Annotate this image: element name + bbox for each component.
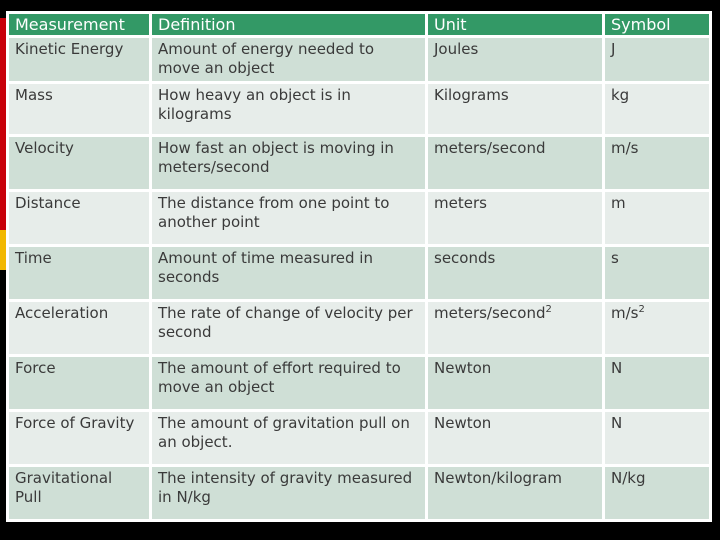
cell-definition: Amount of time measured in seconds bbox=[149, 244, 428, 302]
cell-unit: seconds bbox=[425, 244, 605, 302]
cell-symbol: kg bbox=[602, 81, 712, 137]
table-row: Mass How heavy an object is in kilograms… bbox=[6, 81, 712, 137]
cell-symbol: J bbox=[602, 35, 712, 84]
cell-unit: Kilograms bbox=[425, 81, 605, 137]
cell-unit: Newton bbox=[425, 409, 605, 467]
cell-measurement: Kinetic Energy bbox=[6, 35, 152, 84]
table-row: Force The amount of effort required to m… bbox=[6, 354, 712, 412]
cell-definition: Amount of energy needed to move an objec… bbox=[149, 35, 428, 84]
measurements-table: Measurement Definition Unit Symbol Kinet… bbox=[6, 11, 712, 522]
cell-unit: meters/second2 bbox=[425, 299, 605, 357]
cell-measurement: Gravitational Pull bbox=[6, 464, 152, 522]
cell-definition: The intensity of gravity measured in N/k… bbox=[149, 464, 428, 522]
cell-definition: The amount of effort required to move an… bbox=[149, 354, 428, 412]
header-definition: Definition bbox=[149, 11, 428, 38]
cell-measurement: Force of Gravity bbox=[6, 409, 152, 467]
cell-measurement: Time bbox=[6, 244, 152, 302]
table-row: Kinetic Energy Amount of energy needed t… bbox=[6, 35, 712, 84]
cell-symbol: m/s2 bbox=[602, 299, 712, 357]
header-unit: Unit bbox=[425, 11, 605, 38]
cell-unit: Newton/kilogram bbox=[425, 464, 605, 522]
cell-symbol: s bbox=[602, 244, 712, 302]
header-symbol: Symbol bbox=[602, 11, 712, 38]
table-row: Acceleration The rate of change of veloc… bbox=[6, 299, 712, 357]
cell-unit: Joules bbox=[425, 35, 605, 84]
table-row: Gravitational Pull The intensity of grav… bbox=[6, 464, 712, 522]
cell-definition: How fast an object is moving in meters/s… bbox=[149, 134, 428, 192]
cell-measurement: Force bbox=[6, 354, 152, 412]
cell-definition: The rate of change of velocity per secon… bbox=[149, 299, 428, 357]
cell-symbol: m bbox=[602, 189, 712, 247]
cell-symbol: N bbox=[602, 354, 712, 412]
header-measurement: Measurement bbox=[6, 11, 152, 38]
cell-measurement: Distance bbox=[6, 189, 152, 247]
cell-definition: How heavy an object is in kilograms bbox=[149, 81, 428, 137]
table-row: Time Amount of time measured in seconds … bbox=[6, 244, 712, 302]
cell-definition: The amount of gravitation pull on an obj… bbox=[149, 409, 428, 467]
table-header-row: Measurement Definition Unit Symbol bbox=[6, 11, 712, 38]
cell-unit: meters bbox=[425, 189, 605, 247]
table-row: Distance The distance from one point to … bbox=[6, 189, 712, 247]
cell-definition: The distance from one point to another p… bbox=[149, 189, 428, 247]
cell-symbol: N/kg bbox=[602, 464, 712, 522]
cell-symbol: N bbox=[602, 409, 712, 467]
table-row: Velocity How fast an object is moving in… bbox=[6, 134, 712, 192]
cell-measurement: Velocity bbox=[6, 134, 152, 192]
cell-symbol: m/s bbox=[602, 134, 712, 192]
cell-measurement: Mass bbox=[6, 81, 152, 137]
cell-unit: meters/second bbox=[425, 134, 605, 192]
table-row: Force of Gravity The amount of gravitati… bbox=[6, 409, 712, 467]
cell-unit: Newton bbox=[425, 354, 605, 412]
cell-measurement: Acceleration bbox=[6, 299, 152, 357]
